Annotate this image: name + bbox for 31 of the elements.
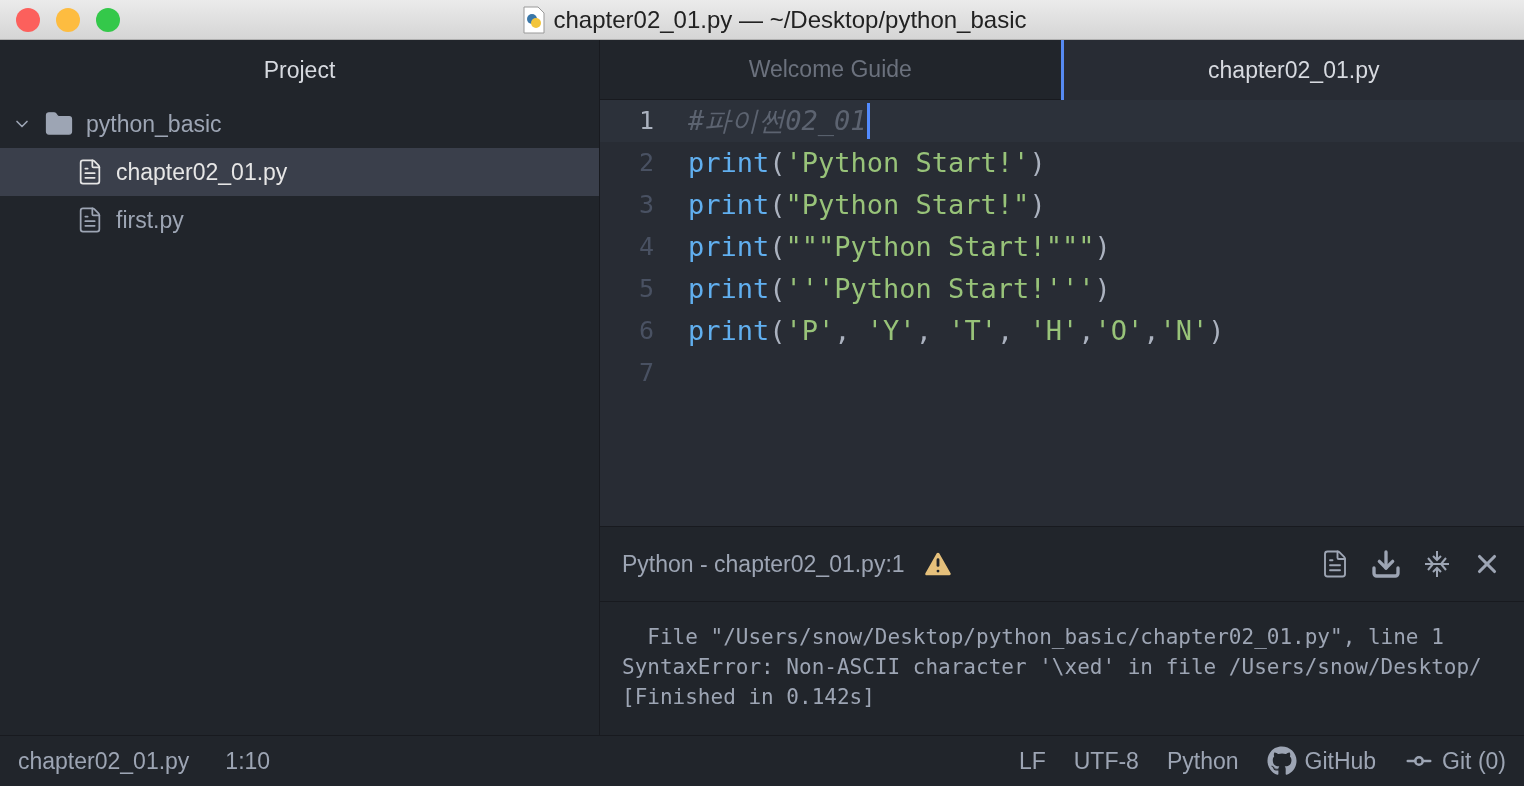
file-item[interactable]: chapter02_01.py (0, 148, 599, 196)
panel-title: Project (263, 55, 336, 85)
output-line: [Finished in 0.142s] (622, 684, 875, 711)
github-icon (1266, 746, 1297, 776)
status-item[interactable]: LF (1018, 743, 1046, 779)
status-item[interactable]: UTF-8 (1073, 743, 1139, 779)
collapse-icon[interactable] (1422, 549, 1452, 579)
editor-tab[interactable]: chapter02_01.py (1060, 40, 1524, 100)
code-text: print('P', 'Y', 'T', 'H','O','N') (688, 313, 1225, 348)
code-text: print("Python Start!") (688, 187, 1046, 222)
text-cursor (866, 103, 870, 139)
status-item[interactable]: Git (0) (1404, 743, 1506, 779)
status-item[interactable]: chapter02_01.py (18, 743, 190, 779)
window-title: chapter02_01.py — ~/Desktop/python_basic (553, 4, 1027, 35)
code-text: print('Python Start!') (688, 145, 1046, 180)
folder-item[interactable]: python_basic (0, 100, 599, 148)
item-label: chapter02_01.py (116, 157, 288, 187)
python-file-icon (521, 5, 546, 34)
code-text: print("""Python Start!""") (688, 229, 1111, 264)
output-line: SyntaxError: Non-ASCII character '\xed' in file /Users/snow/Desktop/ (622, 654, 1482, 681)
code-text: print('''Python Start!''') (688, 271, 1111, 306)
item-label: python_basic (86, 109, 222, 139)
status-item[interactable]: GitHub (1266, 743, 1377, 779)
download-icon[interactable] (1370, 548, 1402, 580)
status-item[interactable]: Python (1166, 743, 1239, 779)
file-item[interactable]: first.py (0, 196, 599, 244)
line-number: 1 (637, 105, 654, 138)
status-item[interactable]: 1:10 (225, 743, 271, 779)
output-title: Python - chapter02_01.py:1 (622, 549, 905, 579)
output-line: File "/Users/snow/Desktop/python_basic/chapter02_01.py", line 1 (646, 624, 1444, 651)
item-label: first.py (116, 205, 184, 235)
